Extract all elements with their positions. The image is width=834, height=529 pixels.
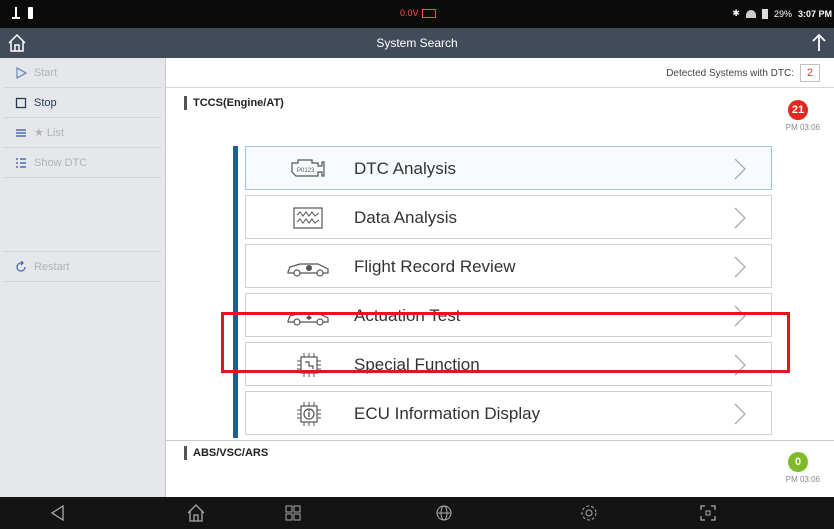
- sidebar-item-list[interactable]: ★ List: [4, 118, 161, 148]
- battery-percent: 29%: [773, 8, 792, 19]
- sidebar-item-restart[interactable]: Restart: [4, 252, 161, 282]
- android-nav-bar: [0, 497, 834, 529]
- chevron-right-icon: [734, 403, 746, 425]
- stop-icon: [14, 96, 28, 110]
- chevron-right-icon: [734, 207, 746, 229]
- menu-flight-record-review[interactable]: Flight Record Review: [245, 244, 772, 288]
- play-icon: [14, 66, 28, 80]
- page-title: System Search: [376, 36, 458, 50]
- system-time-abs: PM 03:06: [785, 475, 820, 484]
- sidebar-spacer: [4, 178, 161, 252]
- menu-data-analysis[interactable]: Data Analysis: [245, 195, 772, 239]
- sidebar: Start Stop ★ List Show DTC Restart: [0, 58, 166, 497]
- wifi-icon: [745, 9, 756, 18]
- title-bar: System Search: [0, 28, 834, 58]
- restart-icon: [14, 260, 28, 274]
- detected-count: 2: [800, 64, 820, 82]
- sidebar-item-label: ★ List: [34, 127, 65, 139]
- home-nav-icon[interactable]: [186, 503, 206, 523]
- apps-grid-icon[interactable]: [283, 503, 303, 523]
- detected-systems-bar: Detected Systems with DTC: 2: [166, 58, 834, 88]
- section-divider: [166, 440, 834, 441]
- battery-icon: [761, 8, 768, 19]
- globe-icon[interactable]: [434, 503, 454, 523]
- sidebar-item-show-dtc[interactable]: Show DTC: [4, 148, 161, 178]
- waveform-icon: [293, 207, 323, 229]
- sidebar-item-label: Show DTC: [34, 156, 88, 169]
- dtc-list-icon: [14, 156, 28, 170]
- sidebar-item-label: Restart: [34, 260, 70, 273]
- bluetooth-icon: ✱: [732, 8, 740, 18]
- list-icon: [14, 126, 28, 140]
- usb-icon: [12, 7, 20, 19]
- dtc-count-badge-abs: 0: [788, 452, 808, 472]
- screenshot-icon[interactable]: [698, 503, 718, 523]
- vehicle-battery-icon: [421, 8, 436, 18]
- system-time-tccs: PM 03:06: [785, 123, 820, 132]
- highlight-box: [221, 312, 790, 373]
- chip-info-icon: [297, 402, 321, 426]
- submenu-accent-line: [233, 146, 238, 438]
- settings-gear-icon[interactable]: [579, 503, 599, 523]
- menu-label: ECU Information Display: [354, 404, 541, 423]
- car-record-icon: [287, 263, 329, 277]
- menu-dtc-analysis[interactable]: P0123 DTC Analysis: [245, 146, 772, 190]
- upload-icon[interactable]: [808, 32, 830, 54]
- main-panel: Detected Systems with DTC: 2 TCCS(Engine…: [166, 58, 834, 497]
- back-icon[interactable]: [48, 503, 68, 523]
- svg-text:P0123: P0123: [297, 168, 315, 174]
- menu-label: Data Analysis: [354, 208, 457, 227]
- sidebar-item-label: Stop: [34, 96, 57, 109]
- device-battery-icon: [28, 7, 33, 19]
- voltage-value: 0.0V: [400, 8, 419, 18]
- status-bar: 0.0V ✱ 29% 3:07 PM: [0, 0, 834, 28]
- sidebar-item-start[interactable]: Start: [4, 58, 161, 88]
- system-title-abs[interactable]: ABS/VSC/ARS: [184, 446, 268, 460]
- system-title-tccs[interactable]: TCCS(Engine/AT): [184, 96, 284, 110]
- menu-label: Flight Record Review: [354, 257, 516, 276]
- detected-label: Detected Systems with DTC:: [666, 68, 794, 79]
- engine-dtc-icon: P0123: [291, 159, 325, 177]
- sidebar-item-label: Start: [34, 66, 58, 79]
- menu-ecu-information-display[interactable]: ECU Information Display: [245, 391, 772, 435]
- chevron-right-icon: [734, 256, 746, 278]
- menu-label: DTC Analysis: [354, 159, 457, 178]
- clock: 3:07 PM: [797, 8, 832, 19]
- voltage-indicator: 0.0V: [400, 8, 436, 18]
- sidebar-item-stop[interactable]: Stop: [4, 88, 161, 118]
- dtc-count-badge-tccs: 21: [788, 100, 808, 120]
- chevron-right-icon: [734, 158, 746, 180]
